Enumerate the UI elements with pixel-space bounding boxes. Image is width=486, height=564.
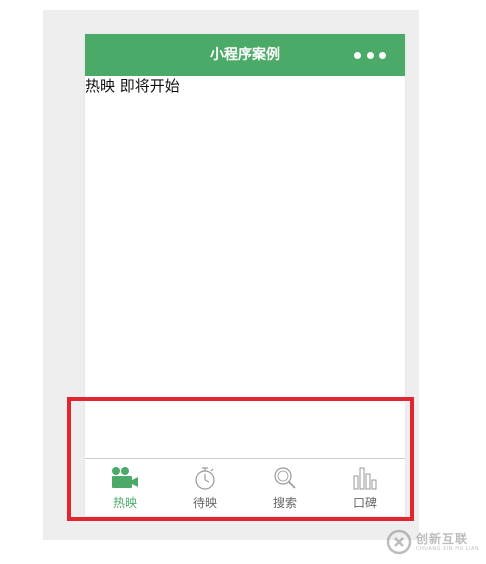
tab-label: 口碑 bbox=[352, 496, 377, 510]
more-dots-icon bbox=[366, 51, 374, 59]
phone-screen: 小程序案例 热映 即将开始 热映 待映 搜索 口碑 bbox=[85, 34, 405, 516]
content-text: 热映 即将开始 bbox=[85, 77, 180, 95]
bar-chart-icon bbox=[353, 467, 377, 490]
tab-label: 搜索 bbox=[272, 496, 297, 510]
tab-hot[interactable]: 热映 bbox=[85, 459, 165, 516]
watermark-main-text: 创新互联 bbox=[416, 531, 469, 546]
search-icon bbox=[274, 467, 296, 489]
screenshot-canvas: 小程序案例 热映 即将开始 热映 待映 搜索 口碑 创新互联 CHUANG XI… bbox=[0, 0, 486, 564]
watermark-text: 创新互联 CHUANG XIN HU LIAN bbox=[416, 532, 479, 553]
stopwatch-icon bbox=[195, 467, 215, 490]
camera-icon bbox=[112, 467, 138, 488]
tab-reviews[interactable]: 口碑 bbox=[325, 459, 405, 516]
navigation-bar: 小程序案例 bbox=[85, 34, 405, 76]
watermark-sub-text: CHUANG XIN HU LIAN bbox=[416, 545, 480, 552]
tab-label: 待映 bbox=[192, 496, 217, 510]
tab-upcoming[interactable]: 待映 bbox=[165, 459, 245, 516]
more-dots-icon bbox=[354, 51, 361, 59]
more-button[interactable] bbox=[354, 50, 386, 60]
tab-bar: 热映 待映 搜索 口碑 bbox=[85, 458, 405, 516]
tab-label: 热映 bbox=[112, 496, 137, 510]
tab-search[interactable]: 搜索 bbox=[245, 459, 325, 516]
watermark-logo-icon bbox=[386, 529, 412, 555]
more-dots-icon bbox=[379, 51, 386, 59]
watermark-logo: 创新互联 CHUANG XIN HU LIAN bbox=[386, 522, 486, 562]
